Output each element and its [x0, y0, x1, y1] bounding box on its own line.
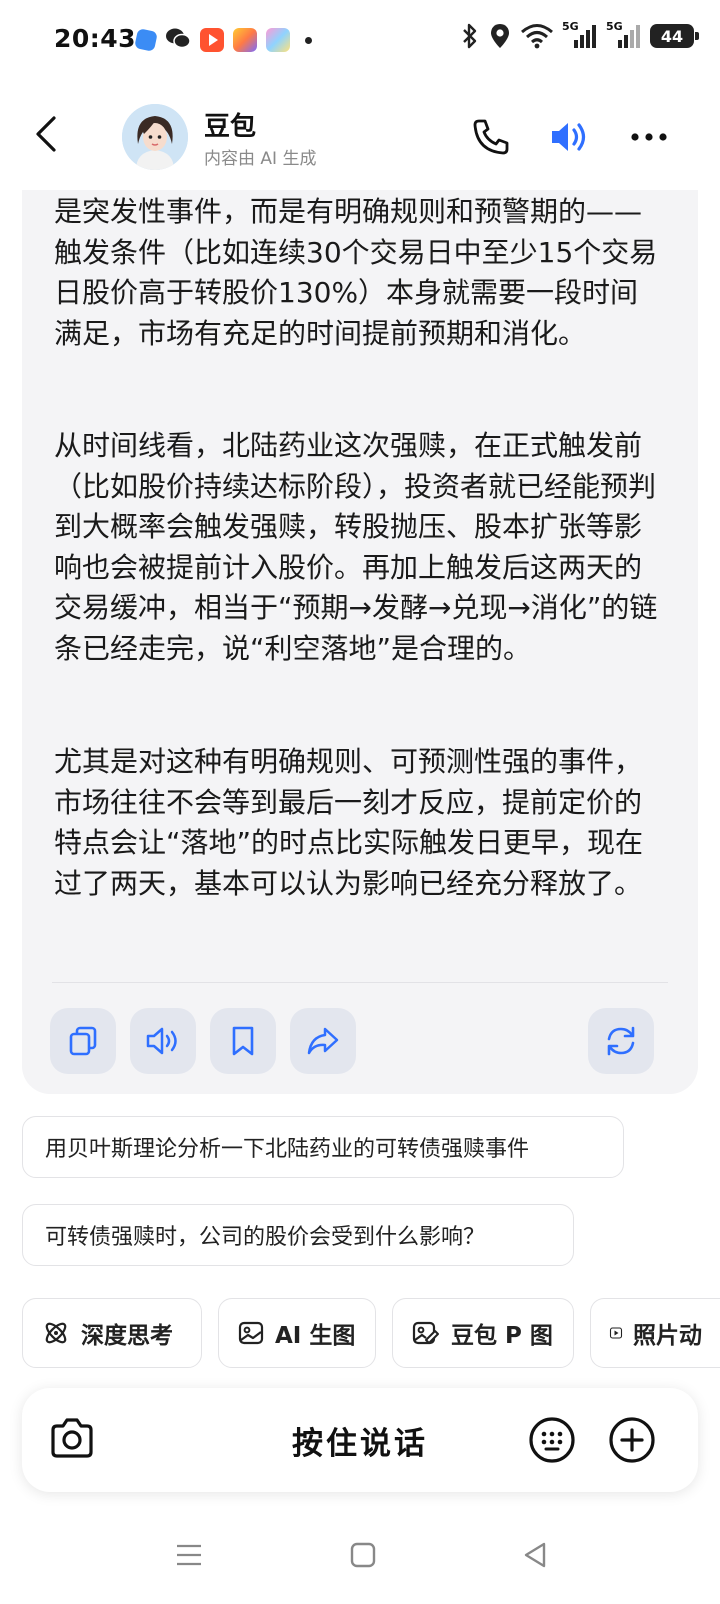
add-attachment-button[interactable]	[608, 1416, 656, 1468]
menu-nav-button[interactable]	[174, 1540, 204, 1574]
video-app-icon	[200, 28, 224, 52]
image-icon	[238, 1321, 264, 1345]
message-paragraph-2: 从时间线看，北陆药业这次强赎，在正式触发前（比如股价持续达标阶段），投资者就已经…	[54, 429, 658, 665]
share-button[interactable]	[290, 1008, 356, 1074]
input-bar: 按住说话	[22, 1388, 698, 1492]
status-time: 20:43	[54, 24, 137, 53]
home-nav-button[interactable]	[348, 1540, 378, 1574]
read-aloud-button[interactable]	[130, 1008, 196, 1074]
bookmark-button[interactable]	[210, 1008, 276, 1074]
assistant-message: 是突发性事件，而是有明确规则和预警期的——触发条件（比如连续30个交易日中至少1…	[22, 190, 698, 1094]
tool-label-photo-animate: 照片动	[633, 1323, 702, 1349]
signal-5g-icon: 5G	[562, 20, 598, 50]
signal-5g-icon-2: 5G	[606, 20, 642, 50]
notification-icons	[134, 26, 312, 54]
status-bar: 20:43 5G 5G 44	[0, 0, 720, 84]
message-paragraph-1: 是突发性事件，而是有明确规则和预警期的——触发条件（比如连续30个交易日中至少1…	[54, 195, 658, 350]
copy-icon	[69, 1026, 97, 1056]
regenerate-icon	[607, 1026, 635, 1056]
deep-thinking-button[interactable]: 深度思考	[22, 1298, 202, 1368]
app-notification-icon-2	[233, 28, 257, 52]
menu-icon	[177, 1544, 201, 1566]
status-right: 5G 5G 44	[460, 20, 699, 50]
more-options-button[interactable]	[628, 116, 670, 158]
message-paragraph-3: 尤其是对这种有明确规则、可预测性强的事件，市场往往不会等到最后一刻才反应，提前定…	[54, 745, 644, 900]
call-button[interactable]	[470, 116, 512, 158]
assistant-name: 豆包	[204, 112, 257, 142]
atom-icon	[45, 1322, 67, 1344]
image-edit-icon	[412, 1321, 439, 1345]
more-horizontal-icon	[631, 133, 667, 141]
tool-label-deep-thinking: 深度思考	[81, 1323, 173, 1349]
image-edit-button[interactable]: 豆包 P 图	[392, 1298, 574, 1368]
triangle-back-icon	[524, 1542, 546, 1568]
chevron-left-icon	[36, 116, 56, 152]
back-button[interactable]	[28, 114, 68, 154]
avatar[interactable]	[122, 104, 188, 170]
battery-icon: 44	[650, 24, 699, 48]
tool-label-image-edit: 豆包 P 图	[451, 1323, 553, 1349]
photo-animate-button[interactable]: 照片动	[590, 1298, 720, 1368]
wechat-icon	[165, 26, 191, 54]
copy-button[interactable]	[50, 1008, 116, 1074]
back-nav-button[interactable]	[520, 1540, 550, 1574]
chat-header: 豆包 内容由 AI 生成	[0, 96, 720, 186]
ai-generated-notice: 内容由 AI 生成	[204, 149, 317, 169]
voice-playback-toggle[interactable]	[548, 116, 590, 158]
suggested-question-1[interactable]: 用贝叶斯理论分析一下北陆药业的可转债强赎事件	[22, 1116, 624, 1178]
square-icon	[350, 1542, 376, 1568]
app-notification-icon-3	[266, 28, 290, 52]
assistant-avatar-icon	[122, 104, 188, 170]
system-nav-bar	[0, 1530, 720, 1604]
more-notifications-dot	[305, 36, 312, 44]
wifi-icon	[520, 22, 554, 50]
play-icon	[609, 1327, 623, 1339]
location-icon	[488, 22, 512, 50]
speaker-icon	[146, 1027, 177, 1055]
ai-image-button[interactable]: AI 生图	[218, 1298, 376, 1368]
keyboard-grid-icon	[529, 1417, 575, 1463]
emoji-keyboard-button[interactable]	[528, 1416, 576, 1468]
phone-icon	[473, 119, 509, 155]
plus-circle-icon	[609, 1417, 655, 1463]
message-divider	[52, 982, 668, 983]
tool-label-ai-image: AI 生图	[275, 1323, 356, 1349]
app-notification-icon	[134, 28, 158, 52]
regenerate-button[interactable]	[588, 1008, 654, 1074]
bluetooth-icon	[460, 22, 480, 50]
speaker-icon	[552, 123, 586, 151]
share-icon	[307, 1027, 339, 1055]
suggested-question-2[interactable]: 可转债强赎时，公司的股价会受到什么影响？	[22, 1204, 574, 1266]
bookmark-icon	[232, 1026, 254, 1056]
hold-to-talk-button[interactable]: 按住说话	[22, 1418, 698, 1463]
